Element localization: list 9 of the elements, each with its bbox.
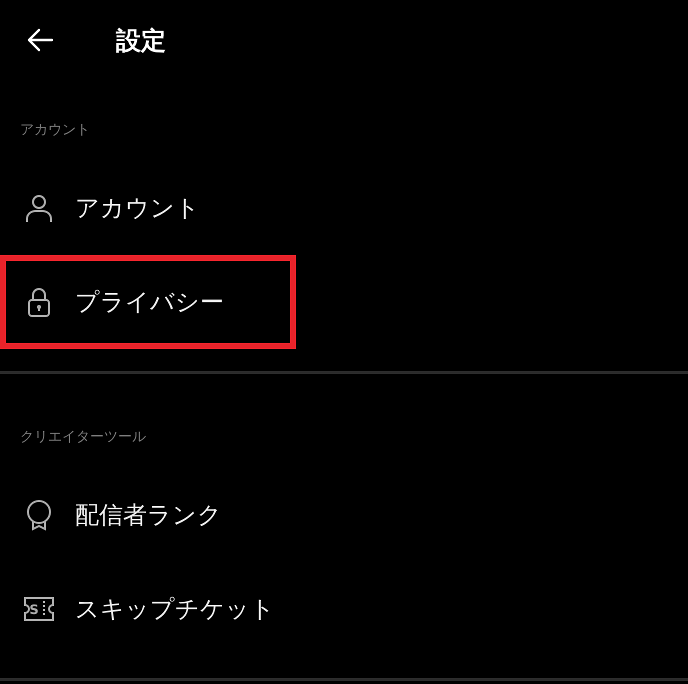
back-arrow-icon[interactable] [26, 28, 54, 52]
menu-item[interactable]: 配信者ランク [0, 468, 296, 562]
menu-item[interactable]: アカウント [0, 161, 296, 255]
section-label: アカウント [20, 121, 90, 139]
screen-title: 設定 [116, 24, 166, 56]
menu-item[interactable]: プライバシー [0, 255, 296, 349]
section-label: クリエイターツール [20, 428, 146, 446]
ticket-icon: S [22, 595, 56, 623]
menu-item[interactable]: S スキップチケット [0, 562, 296, 656]
